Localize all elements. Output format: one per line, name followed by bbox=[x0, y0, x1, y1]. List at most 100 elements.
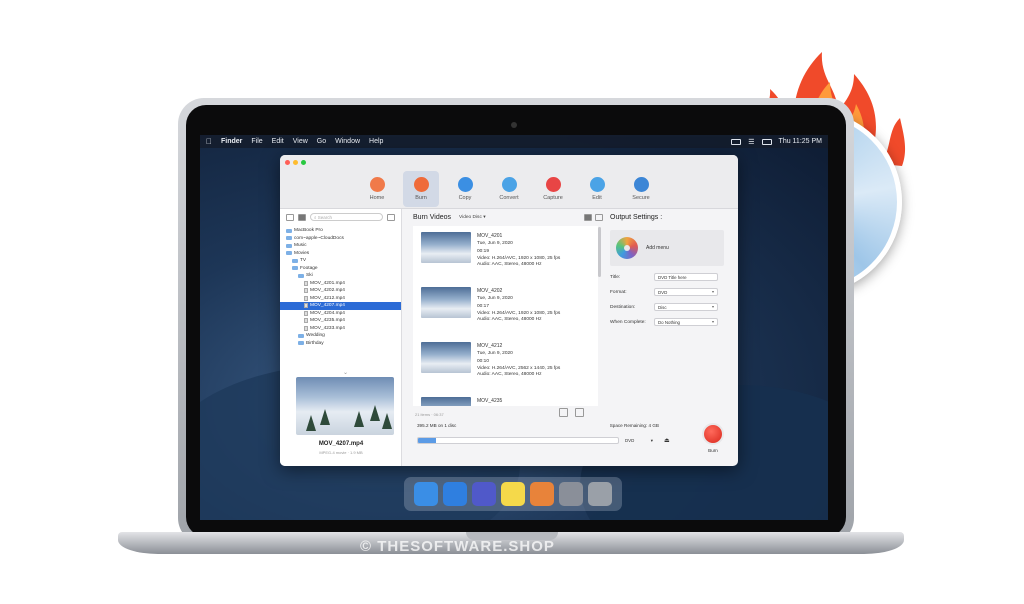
setting-select[interactable]: DVD ▾ bbox=[654, 288, 718, 296]
video-item[interactable]: MOV_4235Tue, Jun 9, 2020 bbox=[413, 391, 598, 406]
file-row[interactable]: MOV_4207.mp4 bbox=[280, 302, 401, 310]
toolbar-secure-button[interactable]: Secure bbox=[623, 171, 659, 207]
wifi-icon[interactable]: ☰ bbox=[748, 138, 754, 146]
tree-label: MOV_4207.mp4 bbox=[310, 303, 345, 309]
pine-tree bbox=[370, 405, 380, 421]
tree-label: Footage bbox=[300, 265, 318, 271]
toolbar-burn-button[interactable]: Burn bbox=[403, 171, 439, 207]
space-remaining: Space Remaining: 4 GB bbox=[609, 423, 659, 428]
file-browser: ⌕ Search MacBook Pro com~apple~CloudDocs M… bbox=[280, 209, 402, 466]
zoom-button[interactable] bbox=[301, 159, 306, 165]
safari-icon[interactable] bbox=[443, 482, 467, 506]
device-select[interactable]: DVD ▾ bbox=[623, 437, 655, 444]
menu-go[interactable]: Go bbox=[317, 138, 326, 145]
tree-label: MOV_4202.mp4 bbox=[310, 288, 345, 294]
preview-meta: MPEG-4 movie · 1.9 MB bbox=[319, 450, 363, 455]
setting-select[interactable]: Disc ▾ bbox=[654, 303, 718, 311]
grid-view-icon[interactable] bbox=[595, 213, 603, 221]
file-row[interactable]: MOV_4212.mp4 bbox=[280, 295, 401, 303]
file-row[interactable]: MOV_4235.mp4 bbox=[280, 317, 401, 325]
stage:  Finder File Edit View Go Window Help ☰… bbox=[0, 0, 1024, 604]
title-input[interactable]: DVD Title here bbox=[654, 273, 718, 281]
folder-row[interactable]: MacBook Pro bbox=[280, 227, 401, 235]
chevron-down-icon: ▾ bbox=[650, 437, 653, 443]
video-meta: MOV_4235Tue, Jun 9, 2020 bbox=[477, 397, 513, 406]
setting-value: Do Nothing bbox=[658, 319, 680, 325]
desktop:  Finder File Edit View Go Window Help ☰… bbox=[200, 135, 828, 520]
trash-icon[interactable] bbox=[588, 482, 612, 506]
airplay-icon[interactable] bbox=[731, 138, 742, 145]
refresh-icon[interactable] bbox=[387, 213, 395, 221]
folder-row[interactable]: Ski bbox=[280, 272, 401, 280]
apple-icon[interactable]:  bbox=[206, 137, 212, 146]
menu-view[interactable]: View bbox=[293, 138, 308, 145]
eject-icon[interactable]: ⏏ bbox=[664, 437, 670, 444]
folder-icon bbox=[292, 266, 298, 271]
menu-window[interactable]: Window bbox=[335, 138, 360, 145]
grid-view-icon[interactable] bbox=[286, 213, 294, 221]
toolbar-convert-button[interactable]: Convert bbox=[491, 171, 527, 207]
dvd-menu-icon bbox=[616, 237, 638, 259]
burn-button[interactable] bbox=[702, 423, 724, 445]
disc-type-select[interactable]: Video Disc ▾ bbox=[459, 215, 486, 220]
setting-label: When Complete: bbox=[610, 319, 646, 325]
folder-row[interactable]: Wedding bbox=[280, 332, 401, 340]
notes-icon[interactable] bbox=[501, 482, 525, 506]
folder-row[interactable]: Footage bbox=[280, 265, 401, 273]
folder-row[interactable]: Movies bbox=[280, 250, 401, 258]
file-row[interactable]: MOV_4201.mp4 bbox=[280, 280, 401, 288]
menu-app-name[interactable]: Finder bbox=[221, 138, 242, 145]
toolbar-capture-button[interactable]: Capture bbox=[535, 171, 571, 207]
file-row[interactable]: MOV_4204.mp4 bbox=[280, 310, 401, 318]
toolbar-copy-button[interactable]: Copy bbox=[447, 171, 483, 207]
menu-file[interactable]: File bbox=[251, 138, 262, 145]
folder-icon bbox=[298, 333, 304, 338]
setting-select[interactable]: Do Nothing ▾ bbox=[654, 318, 718, 326]
teams-icon[interactable] bbox=[472, 482, 496, 506]
folder-row[interactable]: TV bbox=[280, 257, 401, 265]
remove-file-icon[interactable] bbox=[575, 408, 584, 417]
toolbar-edit-button[interactable]: Edit bbox=[579, 171, 615, 207]
toolbar-button-label: Copy bbox=[458, 195, 472, 201]
folder-row[interactable]: com~apple~CloudDocs bbox=[280, 235, 401, 243]
folder-row[interactable]: Music bbox=[280, 242, 401, 250]
store-icon[interactable] bbox=[530, 482, 554, 506]
chevron-down-icon[interactable]: ⌄ bbox=[343, 369, 348, 376]
list-view-icon[interactable] bbox=[298, 213, 306, 221]
close-button[interactable] bbox=[285, 159, 290, 165]
view-toggle bbox=[584, 213, 603, 221]
add-menu-button[interactable]: Add menu bbox=[610, 230, 724, 266]
scrollbar[interactable] bbox=[598, 227, 601, 277]
preview-filename: MOV_4207.mp4 bbox=[318, 441, 364, 447]
file-icon bbox=[304, 303, 308, 309]
burn-title: Burn Videos bbox=[413, 213, 452, 221]
file-row[interactable]: MOV_4202.mp4 bbox=[280, 287, 401, 295]
file-row[interactable]: MOV_4233.mp4 bbox=[280, 325, 401, 333]
list-view-icon[interactable] bbox=[584, 213, 592, 221]
video-item[interactable]: MOV_4212 Tue, Jun 9, 2020 00:10 Video: H.26… bbox=[413, 336, 598, 391]
minimize-button[interactable] bbox=[293, 159, 298, 165]
title-bar bbox=[280, 155, 738, 169]
folder-row[interactable]: Birthday bbox=[280, 340, 401, 348]
burn-header: Burn Videos Video Disc ▾ bbox=[413, 209, 603, 225]
file-icon bbox=[304, 295, 308, 301]
app-window: Home Burn Copy Convert Capture Edit Secure ⌕ S… bbox=[280, 155, 738, 466]
finder-icon[interactable] bbox=[414, 482, 438, 506]
setting-row: When Complete: Do Nothing ▾ bbox=[610, 318, 730, 326]
toolbar-home-button[interactable]: Home bbox=[359, 171, 395, 207]
status-area: ☰ Thu 11:25 PM bbox=[731, 138, 822, 146]
preferences-icon[interactable] bbox=[559, 482, 583, 506]
search-input[interactable]: ⌕ Search bbox=[310, 213, 383, 221]
battery-icon[interactable] bbox=[761, 138, 772, 145]
clock[interactable]: Thu 11:25 PM bbox=[779, 138, 822, 145]
chevron-down-icon: ▾ bbox=[711, 319, 714, 324]
menu-bar:  Finder File Edit View Go Window Help ☰… bbox=[200, 135, 828, 148]
home-icon bbox=[369, 177, 385, 192]
menu-edit[interactable]: Edit bbox=[272, 138, 284, 145]
menu-help[interactable]: Help bbox=[369, 138, 383, 145]
video-audio: Audio: AAC, Stereo, 48000 Hz bbox=[477, 317, 542, 322]
video-item[interactable]: MOV_4202 Tue, Jun 9, 2020 00:17 Video: H.26… bbox=[413, 281, 598, 336]
video-item[interactable]: MOV_4201 Tue, Jun 9, 2020 00:19 Video: H.26… bbox=[413, 226, 598, 281]
burn-icon bbox=[413, 177, 429, 192]
add-file-icon[interactable] bbox=[559, 408, 568, 417]
